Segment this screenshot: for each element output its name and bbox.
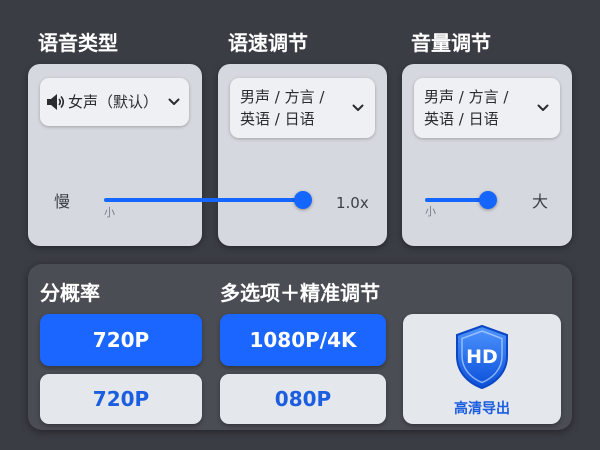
chevron-down-icon: [167, 95, 181, 109]
voice-type-dropdown-value: 女声（默认）: [68, 93, 159, 111]
volume-title: 音量调节: [411, 31, 491, 55]
speaker-icon: [46, 93, 66, 111]
voice-type-dropdown[interactable]: 女声（默认）: [40, 78, 189, 126]
speed-title: 语速调节: [228, 31, 308, 55]
volume-dropdown-line1: 男声 / 方言 /: [424, 88, 509, 106]
speed-slider-track[interactable]: [104, 198, 304, 202]
hd-badge-text: HD: [466, 346, 498, 368]
multi-option-title: 多选项＋精准调节: [220, 281, 380, 305]
resolution-1080p-4k-button[interactable]: 1080P/4K: [220, 314, 386, 366]
speed-dropdown-line1: 男声 / 方言 /: [240, 88, 325, 106]
volume-tick-label: 小: [425, 205, 436, 218]
hd-export-label: 高清导出: [454, 401, 510, 417]
speed-max-label: 1.0x: [336, 194, 369, 212]
resolution-720p-button[interactable]: 720P: [40, 374, 202, 424]
volume-dropdown[interactable]: 男声 / 方言 / 英语 / 日语: [414, 78, 560, 138]
speed-min-label: 慢: [54, 192, 71, 211]
resolution-720p-button-selected[interactable]: 720P: [40, 314, 202, 366]
resolution-title: 分概率: [40, 281, 100, 305]
hd-export-button[interactable]: HD 高清导出: [403, 314, 561, 424]
chevron-down-icon: [536, 101, 550, 115]
volume-max-label: 大: [532, 192, 549, 211]
speed-dropdown[interactable]: 男声 / 方言 / 英语 / 日语: [230, 78, 375, 138]
speed-slider-handle[interactable]: [294, 191, 312, 209]
resolution-080p-button[interactable]: 080P: [220, 374, 386, 424]
volume-slider-handle[interactable]: [479, 191, 497, 209]
speed-tick-label: 小: [104, 206, 115, 219]
voice-type-title: 语音类型: [38, 31, 118, 55]
chevron-down-icon: [351, 101, 365, 115]
volume-dropdown-line2: 英语 / 日语: [424, 110, 499, 128]
speed-dropdown-line2: 英语 / 日语: [240, 110, 315, 128]
